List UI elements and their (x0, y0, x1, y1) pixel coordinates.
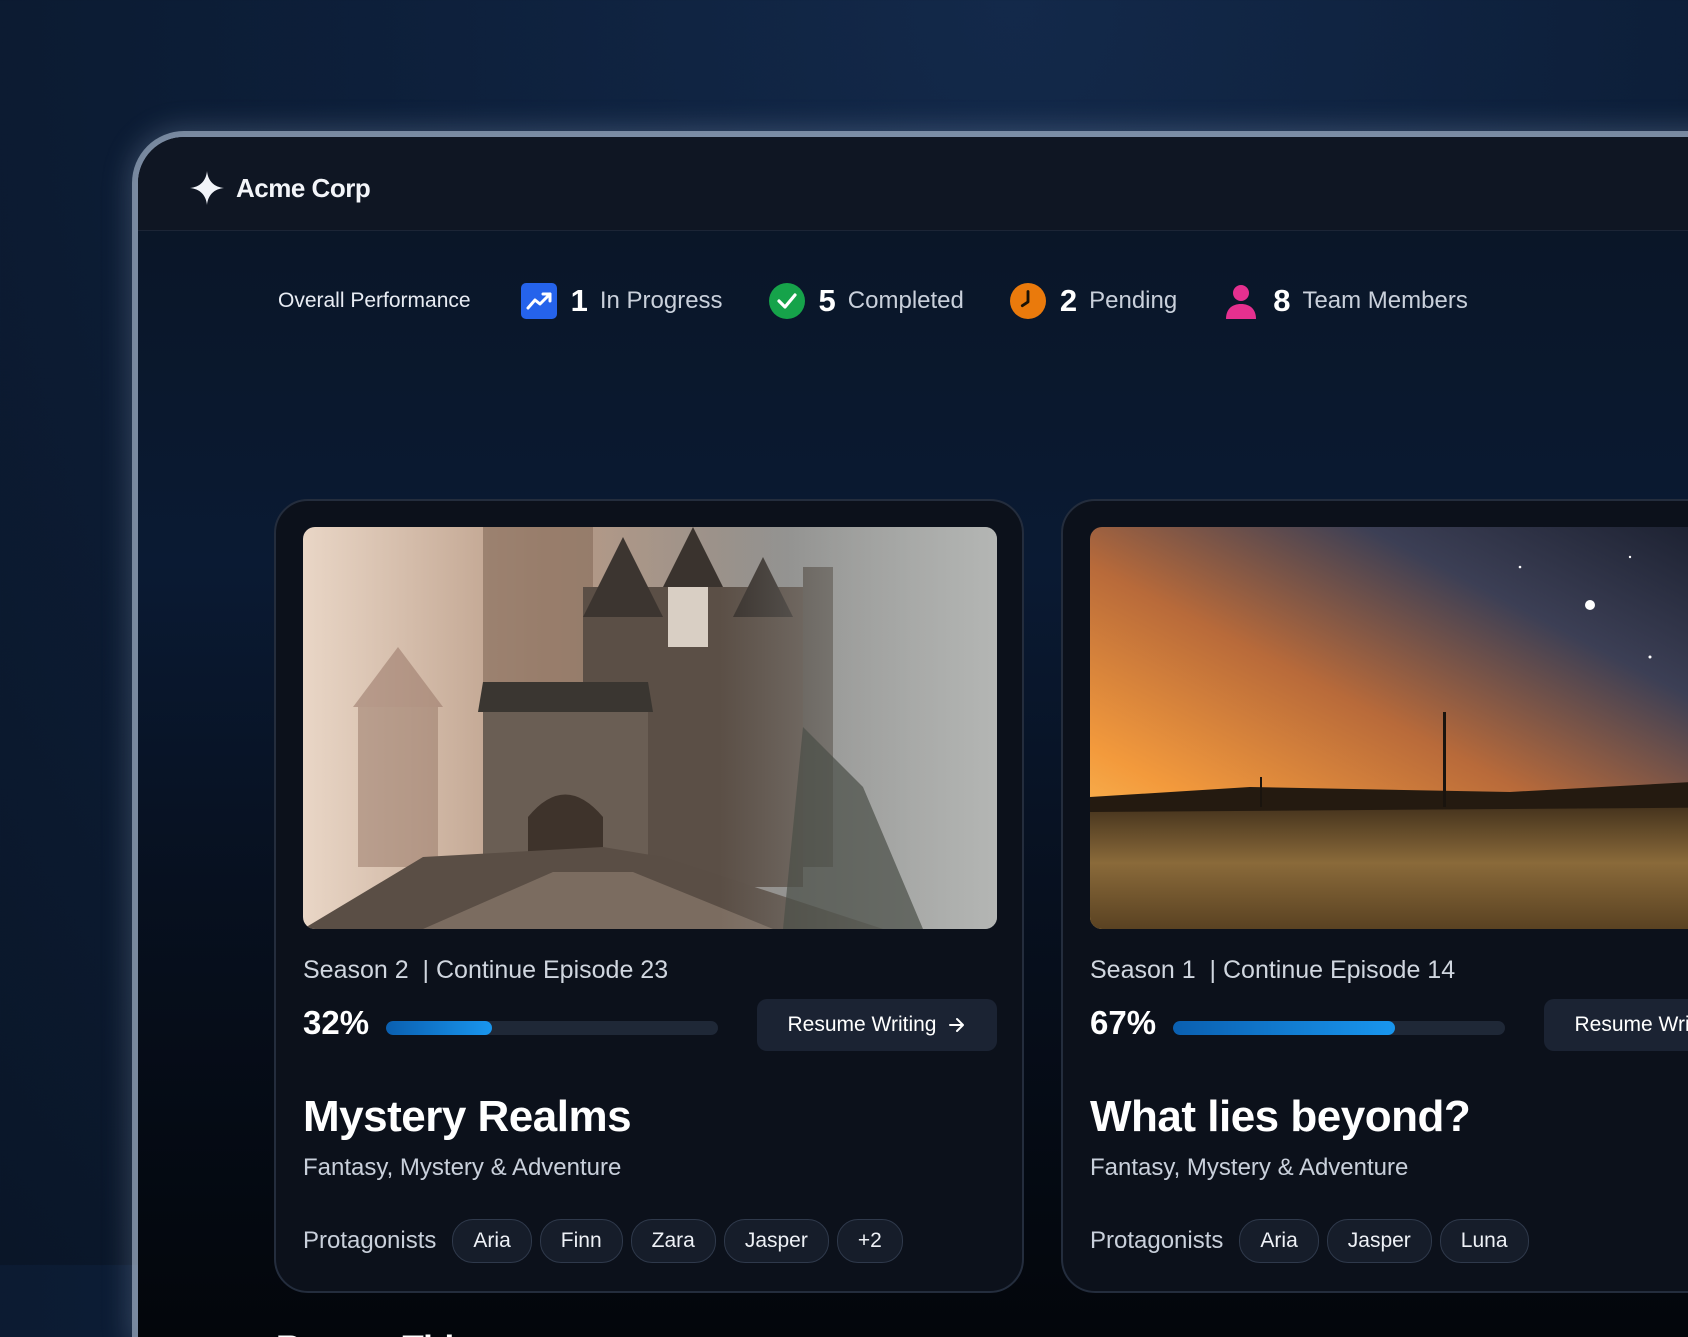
project-thumbnail[interactable] (1090, 527, 1688, 929)
project-card[interactable]: Season 2 | Continue Episode 23 32% Resum… (274, 499, 1024, 1293)
recent-titles-heading: Recent Titles (276, 1329, 493, 1337)
resume-label: Resume Writing (788, 1013, 937, 1037)
app-window: Acme Corp Overall Performance 1 In Progr… (138, 137, 1688, 1337)
episode-info: Season 1 | Continue Episode 14 (1090, 956, 1455, 985)
project-thumbnail[interactable] (303, 527, 997, 929)
arrow-right-icon (947, 1015, 967, 1035)
protagonist-chip[interactable]: Aria (452, 1219, 531, 1263)
clock-icon (1010, 283, 1046, 319)
project-title[interactable]: What lies beyond? (1090, 1092, 1470, 1142)
sparkle-icon (190, 171, 224, 205)
protagonist-chip[interactable]: Aria (1239, 1219, 1318, 1263)
stat-value: 1 (571, 283, 588, 319)
user-icon (1223, 283, 1259, 319)
main-content: Overall Performance 1 In Progress 5 Comp… (138, 231, 1688, 1337)
performance-label: Overall Performance (278, 289, 471, 313)
progress-bar (1173, 1021, 1505, 1035)
protagonist-chip[interactable]: Zara (631, 1219, 716, 1263)
more-protagonists-chip[interactable]: +2 (837, 1219, 903, 1263)
protagonists-label: Protagonists (1090, 1227, 1223, 1255)
project-genre: Fantasy, Mystery & Adventure (303, 1154, 621, 1182)
stat-value: 8 (1273, 283, 1290, 319)
protagonist-chip[interactable]: Jasper (724, 1219, 829, 1263)
performance-stats: Overall Performance 1 In Progress 5 Comp… (278, 276, 1514, 326)
project-title[interactable]: Mystery Realms (303, 1092, 631, 1142)
stat-pending: 2 Pending (1010, 283, 1177, 319)
protagonist-chip[interactable]: Finn (540, 1219, 623, 1263)
resume-writing-button[interactable]: Resume Writing (757, 999, 997, 1051)
stat-label: Pending (1089, 287, 1177, 315)
project-genre: Fantasy, Mystery & Adventure (1090, 1154, 1408, 1182)
resume-writing-button[interactable]: Resume Writing (1544, 999, 1688, 1051)
brand-name[interactable]: Acme Corp (236, 173, 370, 204)
protagonists-label: Protagonists (303, 1227, 436, 1255)
season-label: Season 2 (303, 956, 409, 984)
stat-in-progress: 1 In Progress (521, 283, 723, 319)
stat-label: In Progress (600, 287, 723, 315)
stat-completed: 5 Completed (769, 283, 964, 319)
progress-bar (386, 1021, 718, 1035)
project-card[interactable]: Season 1 | Continue Episode 14 67% Resum… (1061, 499, 1688, 1293)
episode-label: | Continue Episode 23 (423, 956, 669, 984)
stat-label: Team Members (1302, 287, 1467, 315)
stat-team-members: 8 Team Members (1223, 283, 1468, 319)
season-label: Season 1 (1090, 956, 1196, 984)
check-circle-icon (769, 283, 805, 319)
protagonists-row: Protagonists Aria Jasper Luna (1090, 1219, 1537, 1263)
sunset-sky-image (1090, 527, 1688, 929)
episode-info: Season 2 | Continue Episode 23 (303, 956, 668, 985)
stat-value: 5 (819, 283, 836, 319)
protagonist-chip[interactable]: Jasper (1327, 1219, 1432, 1263)
top-bar: Acme Corp (138, 137, 1688, 231)
progress-percent: 32% (303, 1004, 369, 1042)
protagonist-chip[interactable]: Luna (1440, 1219, 1529, 1263)
trending-up-icon (521, 283, 557, 319)
stat-label: Completed (848, 287, 964, 315)
progress-fill (1173, 1021, 1395, 1035)
protagonists-row: Protagonists Aria Finn Zara Jasper +2 (303, 1219, 911, 1263)
castle-image (303, 527, 997, 929)
progress-percent: 67% (1090, 1004, 1156, 1042)
stat-value: 2 (1060, 283, 1077, 319)
progress-fill (386, 1021, 492, 1035)
resume-label: Resume Writing (1575, 1013, 1688, 1037)
episode-label: | Continue Episode 14 (1210, 956, 1456, 984)
